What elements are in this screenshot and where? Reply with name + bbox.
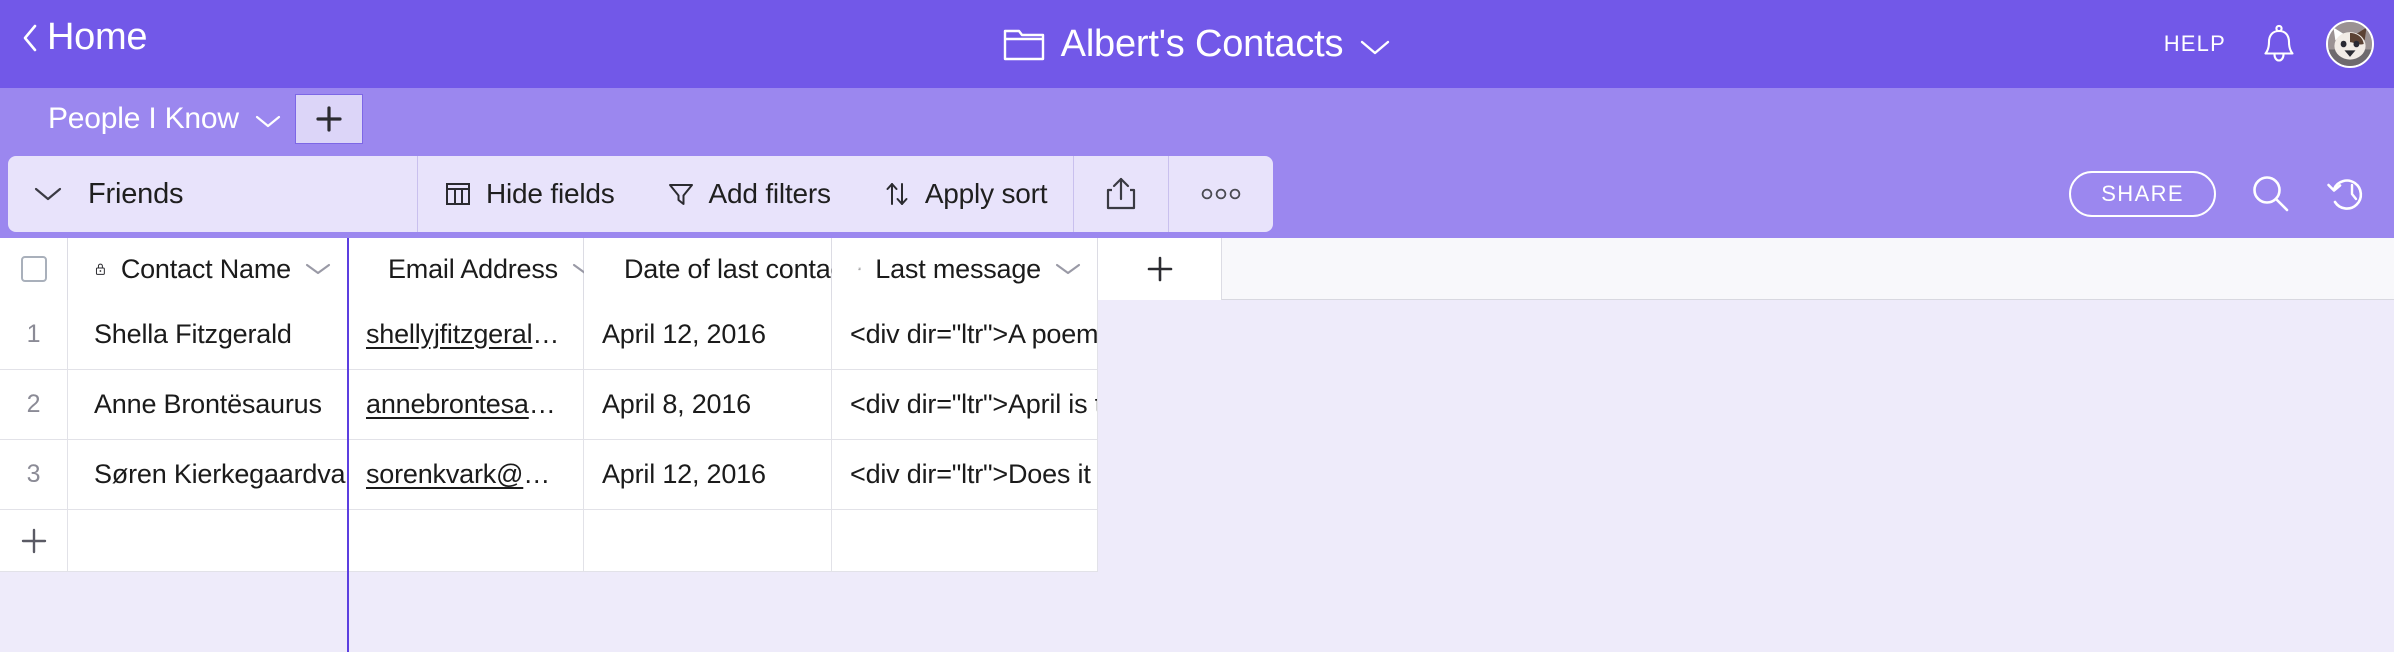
grid-view: Contact Name Email Address Date of last … <box>0 238 2394 652</box>
cell-contact-name[interactable]: Anne Brontësaurus <box>68 370 348 439</box>
user-avatar[interactable] <box>2326 20 2374 68</box>
add-field-button[interactable] <box>1098 238 1222 300</box>
cell-date-of-last-contact[interactable]: April 12, 2016 <box>584 300 832 369</box>
plus-icon <box>316 106 342 132</box>
column-label: Email Address <box>388 253 558 284</box>
sort-arrows-icon <box>886 183 908 205</box>
tab-label: People I Know <box>48 102 239 135</box>
cell-last-message[interactable]: <div dir="ltr">Does it dry up like… <box>832 440 1098 509</box>
cell-email-address[interactable]: sorenkvark@gmail.com <box>348 440 584 509</box>
folder-icon <box>1003 29 1044 61</box>
view-selector[interactable]: Friends <box>8 156 418 232</box>
email-link[interactable]: annebrontesaurus@gmail.com <box>366 389 565 420</box>
table-row[interactable]: 3 Søren Kierkegaardvark sorenkvark@gmail… <box>0 440 1098 510</box>
home-label: Home <box>47 16 148 58</box>
cell-contact-name[interactable]: Shella Fitzgerald <box>68 300 348 369</box>
column-menu-button[interactable] <box>1055 262 1081 276</box>
chevron-down-icon <box>34 187 62 201</box>
chevron-down-icon <box>305 263 331 275</box>
cell-email-address[interactable]: shellyjfitzgerald@gmail.com <box>348 300 584 369</box>
row-number: 1 <box>0 300 68 369</box>
airtable-base-window: Home Albert's Contacts HELP People I Kno… <box>0 0 2394 652</box>
cell-last-message[interactable]: <div dir="ltr">April is the cruelle… <box>832 370 1098 439</box>
row-number: 2 <box>0 370 68 439</box>
column-label: Date of last contact <box>624 253 852 284</box>
top-navigation-bar: Home Albert's Contacts HELP <box>0 0 2394 88</box>
cell-date-of-last-contact[interactable]: April 12, 2016 <box>584 440 832 509</box>
table-row[interactable]: 2 Anne Brontësaurus annebrontesaurus@gma… <box>0 370 1098 440</box>
apply-sort-button[interactable]: Apply sort <box>857 156 1074 232</box>
add-row-blank-cell <box>348 510 584 571</box>
back-chevron-icon <box>23 24 37 51</box>
chevron-down-icon <box>1361 40 1390 55</box>
add-row-blank-cell <box>584 510 832 571</box>
column-header-contact-name[interactable]: Contact Name <box>68 238 348 300</box>
add-table-button[interactable] <box>295 94 363 144</box>
funnel-filter-icon <box>668 184 693 205</box>
share-button[interactable]: SHARE <box>2069 171 2216 217</box>
column-label: Last message <box>875 253 1041 284</box>
column-label: Contact Name <box>120 253 291 284</box>
add-row-blank-cell <box>832 510 1098 571</box>
page-title: Albert's Contacts <box>1060 22 1344 65</box>
hide-fields-label: Hide fields <box>486 178 615 209</box>
long-text-icon <box>858 267 861 271</box>
toolbar-right-controls: SHARE <box>2069 150 2370 238</box>
add-record-button[interactable] <box>0 510 68 571</box>
frozen-column-divider[interactable] <box>347 238 349 652</box>
apply-sort-label: Apply sort <box>924 178 1048 209</box>
view-toolbar: Friends Hide fields Add filters Apply so… <box>0 150 2394 238</box>
column-menu-button[interactable] <box>305 262 331 276</box>
base-title-button[interactable]: Albert's Contacts <box>1003 23 1392 66</box>
search-icon[interactable] <box>2250 173 2292 215</box>
chevron-down-icon <box>1055 263 1081 275</box>
column-header-last-message[interactable]: Last message <box>832 238 1098 300</box>
lock-icon <box>95 263 105 275</box>
column-header-email-address[interactable]: Email Address <box>348 238 598 300</box>
more-dots-icon <box>1202 188 1241 200</box>
top-right-controls: HELP <box>2158 0 2374 88</box>
table-row[interactable]: 1 Shella Fitzgerald shellyjfitzgerald@gm… <box>0 300 1098 370</box>
fields-grid-icon <box>446 183 470 205</box>
tab-people-i-know[interactable]: People I Know <box>0 88 307 150</box>
share-view-button[interactable] <box>1074 156 1168 232</box>
table-tab-strip: People I Know <box>0 88 2394 150</box>
add-row-blank-cell <box>68 510 348 571</box>
cell-last-message[interactable]: <div dir="ltr">A poem lovely as … <box>832 300 1098 369</box>
hide-fields-button[interactable]: Hide fields <box>418 156 641 232</box>
row-number: 3 <box>0 440 68 509</box>
add-filters-button[interactable]: Add filters <box>641 156 857 232</box>
revision-history-icon[interactable] <box>2326 173 2370 215</box>
back-to-home-link[interactable]: Home <box>22 16 147 59</box>
view-name: Friends <box>88 177 184 210</box>
column-header-date-of-last-contact[interactable]: 7 Date of last contact <box>584 238 891 300</box>
email-link[interactable]: shellyjfitzgerald@gmail.com <box>366 319 565 350</box>
grid-header-row: Contact Name Email Address Date of last … <box>0 238 2394 300</box>
base-title-area: Albert's Contacts <box>0 0 2394 88</box>
cell-date-of-last-contact[interactable]: April 8, 2016 <box>584 370 832 439</box>
avatar-cat-image <box>2328 22 2372 66</box>
select-all-checkbox[interactable] <box>20 256 47 282</box>
chevron-down-icon <box>255 115 280 127</box>
email-link[interactable]: sorenkvark@gmail.com <box>366 459 565 490</box>
share-export-icon <box>1107 177 1136 210</box>
cell-email-address[interactable]: annebrontesaurus@gmail.com <box>348 370 584 439</box>
help-button[interactable]: HELP <box>2158 27 2232 61</box>
plus-icon <box>21 528 46 553</box>
toolbar-button-group: Friends Hide fields Add filters Apply so… <box>8 156 1274 232</box>
add-record-row[interactable] <box>0 510 1098 572</box>
add-filters-label: Add filters <box>708 178 831 209</box>
plus-icon <box>1147 256 1172 282</box>
cell-contact-name[interactable]: Søren Kierkegaardvark <box>68 440 348 509</box>
select-all-cell[interactable] <box>0 238 68 300</box>
notifications-bell-icon[interactable] <box>2262 24 2296 64</box>
more-options-button[interactable] <box>1169 156 1273 232</box>
